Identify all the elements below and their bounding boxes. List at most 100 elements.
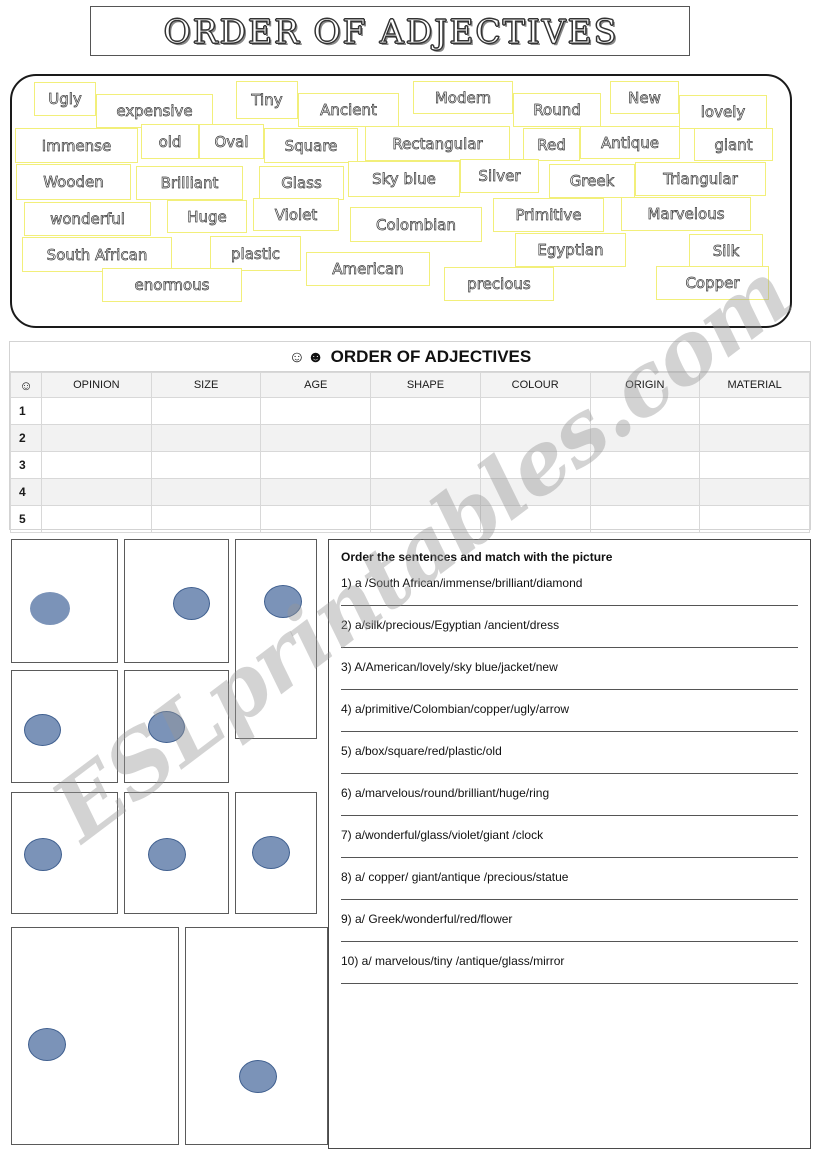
word-chip[interactable]: Modern — [413, 81, 513, 114]
table-answer-cell[interactable] — [41, 505, 152, 533]
word-chip[interactable]: Wooden — [16, 164, 131, 200]
word-chip[interactable]: Egyptian — [515, 233, 626, 267]
table-answer-cell[interactable] — [41, 424, 152, 452]
word-chip[interactable]: old — [141, 124, 199, 159]
word-chip[interactable]: Square — [264, 128, 358, 163]
answer-line[interactable] — [341, 899, 798, 900]
word-chip[interactable]: lovely — [679, 95, 767, 129]
picture-box[interactable] — [235, 792, 317, 914]
table-answer-cell[interactable] — [479, 451, 591, 479]
word-chip[interactable]: Marvelous — [621, 197, 751, 231]
word-chip[interactable]: Copper — [656, 266, 769, 300]
table-answer-cell[interactable] — [589, 451, 701, 479]
answer-line[interactable] — [341, 941, 798, 942]
answer-line[interactable] — [341, 773, 798, 774]
sentence-item: 1) a /South African/immense/brilliant/di… — [341, 576, 798, 606]
word-chip[interactable]: enormous — [102, 268, 242, 302]
answer-line[interactable] — [341, 605, 798, 606]
picture-box[interactable] — [11, 539, 118, 663]
table-answer-cell[interactable] — [589, 505, 701, 533]
answer-line[interactable] — [341, 815, 798, 816]
picture-box[interactable] — [124, 670, 229, 783]
table-answer-cell[interactable] — [260, 505, 372, 533]
picture-box[interactable] — [11, 670, 118, 783]
word-chip[interactable]: Immense — [15, 128, 138, 163]
answer-line[interactable] — [341, 857, 798, 858]
word-chip[interactable]: Silver — [460, 159, 539, 193]
picture-box[interactable] — [124, 792, 229, 914]
table-answer-cell[interactable] — [370, 505, 481, 533]
table-answer-cell[interactable] — [370, 397, 481, 425]
sentence-item: 10) a/ marvelous/tiny /antique/glass/mir… — [341, 954, 798, 984]
word-chip[interactable]: wonderful — [24, 202, 151, 236]
table-answer-cell[interactable] — [260, 451, 372, 479]
word-chip[interactable]: Sky blue — [348, 161, 460, 197]
word-chip[interactable]: Brilliant — [136, 166, 243, 200]
picture-box[interactable] — [11, 927, 179, 1145]
word-chip[interactable]: Tiny — [236, 81, 298, 119]
table-answer-cell[interactable] — [41, 478, 152, 506]
table-answer-cell[interactable] — [150, 424, 262, 452]
sentence-item: 6) a/marvelous/round/brilliant/huge/ring — [341, 786, 798, 816]
table-answer-cell[interactable] — [589, 478, 701, 506]
table-answer-cell[interactable] — [479, 505, 591, 533]
word-chip[interactable]: Greek — [549, 164, 635, 198]
word-chip[interactable]: Ancient — [298, 93, 399, 127]
table-answer-cell[interactable] — [370, 424, 481, 452]
word-chip[interactable]: Red — [523, 128, 580, 161]
word-chip[interactable]: plastic — [210, 236, 301, 271]
ellipse-placeholder-icon — [28, 1028, 66, 1061]
table-answer-cell[interactable] — [260, 397, 372, 425]
table-answer-cell[interactable] — [41, 451, 152, 479]
word-chip[interactable]: Glass — [259, 166, 344, 200]
table-corner-smiley-header: ☺ — [10, 372, 42, 398]
word-chip[interactable]: Huge — [167, 200, 247, 233]
table-answer-cell[interactable] — [699, 505, 810, 533]
word-chip[interactable]: giant — [694, 128, 773, 161]
picture-box[interactable] — [11, 792, 118, 914]
table-answer-cell[interactable] — [589, 424, 701, 452]
picture-box[interactable] — [124, 539, 229, 663]
picture-box[interactable] — [185, 927, 328, 1145]
table-answer-cell[interactable] — [699, 397, 810, 425]
table-answer-cell[interactable] — [260, 424, 372, 452]
word-chip[interactable]: Violet — [253, 198, 339, 231]
table-answer-cell[interactable] — [699, 478, 810, 506]
answer-line[interactable] — [341, 647, 798, 648]
word-chip[interactable]: Colombian — [350, 207, 482, 242]
table-answer-cell[interactable] — [260, 478, 372, 506]
table-answer-cell[interactable] — [589, 397, 701, 425]
ellipse-placeholder-icon — [252, 836, 290, 869]
word-chip[interactable]: South African — [22, 237, 172, 272]
table-answer-cell[interactable] — [699, 451, 810, 479]
word-chip[interactable]: Antique — [580, 126, 680, 159]
picture-box[interactable] — [235, 539, 317, 739]
word-chip[interactable]: expensive — [96, 94, 213, 128]
answer-line[interactable] — [341, 731, 798, 732]
table-answer-cell[interactable] — [479, 424, 591, 452]
word-chip[interactable]: Silk — [689, 234, 763, 268]
word-chip[interactable]: New — [610, 81, 679, 114]
table-answer-cell[interactable] — [150, 505, 262, 533]
word-chip[interactable]: Round — [513, 93, 601, 127]
table-title: ☺ ☻ ORDER OF ADJECTIVES — [10, 342, 810, 372]
word-chip[interactable]: Oval — [199, 124, 264, 159]
table-answer-cell[interactable] — [370, 451, 481, 479]
table-answer-cell[interactable] — [150, 478, 262, 506]
table-answer-cell[interactable] — [699, 424, 810, 452]
table-answer-cell[interactable] — [150, 397, 262, 425]
word-chip[interactable]: Rectangular — [365, 126, 510, 161]
answer-line[interactable] — [341, 983, 798, 984]
table-answer-cell[interactable] — [41, 397, 152, 425]
table-answer-cell[interactable] — [479, 397, 591, 425]
word-chip[interactable]: Primitive — [493, 198, 604, 232]
word-chip[interactable]: Ugly — [34, 82, 96, 116]
word-chip[interactable]: Triangular — [635, 162, 766, 196]
word-chip[interactable]: American — [306, 252, 430, 286]
answer-line[interactable] — [341, 689, 798, 690]
table-answer-cell[interactable] — [150, 451, 262, 479]
table-answer-cell[interactable] — [479, 478, 591, 506]
table-body: 12345 — [10, 397, 810, 533]
table-answer-cell[interactable] — [370, 478, 481, 506]
word-chip[interactable]: precious — [444, 267, 554, 301]
